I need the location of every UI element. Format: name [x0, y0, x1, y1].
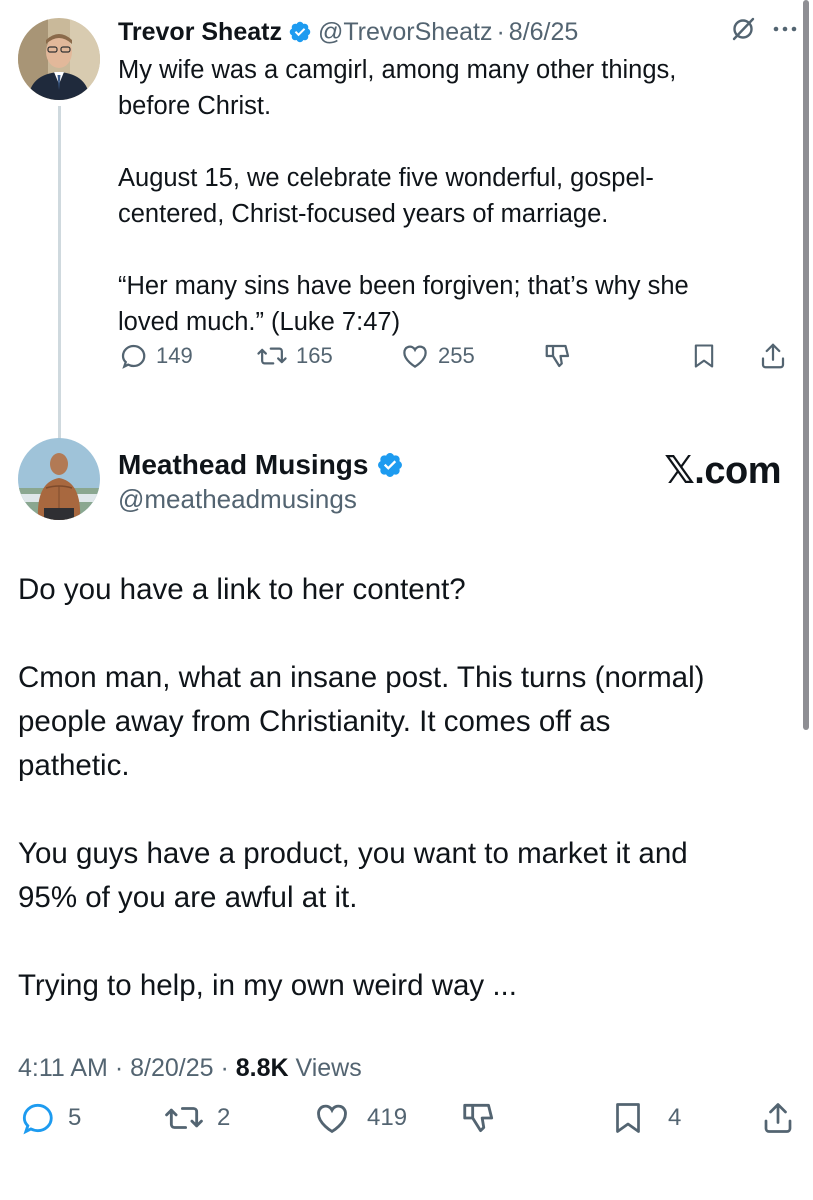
- repost-button[interactable]: 165: [256, 341, 333, 371]
- repost-count: 165: [296, 343, 333, 368]
- x-watermark: 𝕏.com: [664, 450, 781, 492]
- reply-count: 149: [156, 343, 193, 368]
- share-button[interactable]: [758, 341, 788, 371]
- verified-badge-icon: [288, 20, 312, 44]
- bookmark-icon: [690, 341, 718, 371]
- like-count: 419: [367, 1104, 408, 1131]
- avatar[interactable]: [18, 18, 100, 100]
- avatar[interactable]: [18, 438, 100, 520]
- reply-icon: [18, 1099, 56, 1137]
- author-handle[interactable]: @meatheadmusings: [118, 484, 410, 515]
- share-icon: [760, 1099, 796, 1137]
- dislike-button[interactable]: [543, 341, 573, 371]
- reply-button[interactable]: 149: [118, 341, 193, 371]
- tweet-text: Do you have a link to her content? Cmon …: [18, 573, 705, 1002]
- thread-line: [58, 106, 61, 446]
- like-button[interactable]: 255: [400, 341, 475, 371]
- tweet-date[interactable]: 8/6/25: [509, 18, 579, 47]
- like-icon: [313, 1099, 351, 1137]
- repost-button[interactable]: 2: [163, 1099, 230, 1137]
- verified-badge-icon: [376, 451, 404, 479]
- bookmark-count: 4: [668, 1104, 682, 1131]
- like-icon: [400, 341, 430, 371]
- dislike-button[interactable]: [460, 1099, 498, 1137]
- author-handle[interactable]: @TrevorSheatz: [318, 18, 493, 47]
- scrollbar[interactable]: [803, 0, 809, 730]
- share-icon: [758, 341, 788, 371]
- grok-icon[interactable]: [730, 16, 756, 42]
- more-icon[interactable]: [772, 25, 798, 33]
- repost-icon: [163, 1099, 205, 1137]
- bookmark-icon: [610, 1099, 646, 1137]
- views-count: 8.8K: [235, 1054, 289, 1082]
- tweet-text: My wife was a camgirl, among many other …: [118, 56, 689, 336]
- tweet-header: Trevor Sheatz @TrevorSheatz · 8/6/25: [118, 14, 798, 50]
- views-label: Views: [288, 1054, 362, 1082]
- tweet-date[interactable]: 8/20/25: [130, 1054, 213, 1082]
- dislike-icon: [543, 341, 573, 371]
- repost-count: 2: [217, 1104, 231, 1131]
- author-block: Meathead Musings @meatheadmusings: [118, 446, 410, 515]
- parent-tweet[interactable]: Trevor Sheatz @TrevorSheatz · 8/6/25 My …: [18, 14, 798, 446]
- dislike-icon: [460, 1099, 498, 1137]
- reply-button[interactable]: 5: [18, 1099, 81, 1137]
- reply-count: 5: [68, 1104, 82, 1131]
- separator: ·: [213, 1054, 236, 1082]
- author-name[interactable]: Trevor Sheatz: [118, 18, 282, 47]
- author-name[interactable]: Meathead Musings: [118, 449, 368, 481]
- like-button[interactable]: 419: [313, 1099, 407, 1137]
- like-count: 255: [438, 343, 475, 368]
- separator: ·: [107, 1054, 131, 1082]
- tweet-meta: 4:11 AM · 8/20/25 · 8.8K Views: [18, 1054, 362, 1083]
- share-button[interactable]: [760, 1099, 796, 1137]
- bookmark-button[interactable]: [690, 341, 718, 371]
- repost-icon: [256, 341, 288, 371]
- separator: ·: [496, 17, 505, 46]
- bookmark-button[interactable]: 4: [610, 1099, 681, 1137]
- reply-icon: [118, 341, 148, 371]
- tweet-time[interactable]: 4:11 AM: [18, 1054, 108, 1082]
